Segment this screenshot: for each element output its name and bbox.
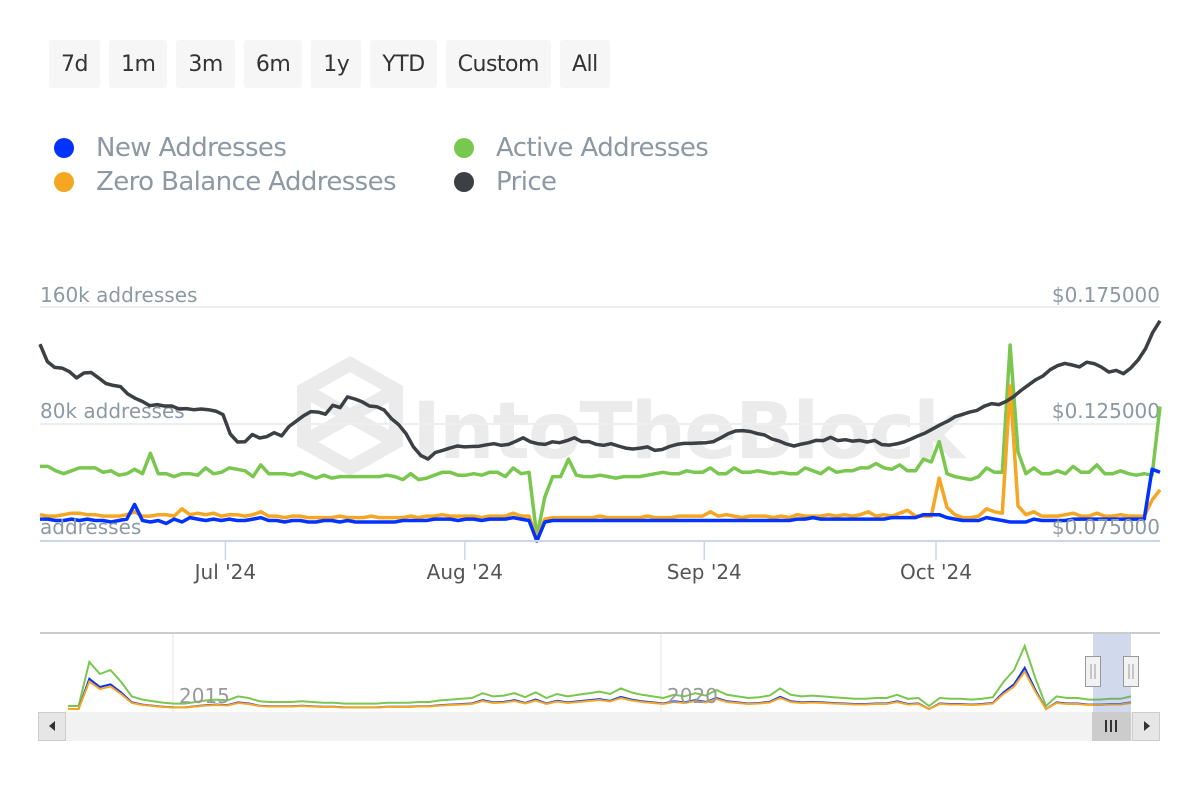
scrollbar-right-button[interactable] xyxy=(1132,712,1160,741)
series-line-new-addresses[interactable] xyxy=(40,467,1161,543)
navigator[interactable]: 2015 2020 xyxy=(40,632,1160,712)
watermark: IntoTheBlock xyxy=(297,355,969,477)
y-left-tick-0: addresses xyxy=(40,515,141,539)
scrollbar-thumb[interactable] xyxy=(1092,712,1131,741)
scrollbar-left-button[interactable] xyxy=(38,712,66,741)
y-left-tick-160k: 160k addresses xyxy=(40,283,197,307)
navigator-label-2015: 2015 xyxy=(179,684,230,708)
scrollbar[interactable] xyxy=(38,712,1160,741)
x-tick-label: Aug '24 xyxy=(427,560,503,584)
scrollbar-track[interactable] xyxy=(38,712,1160,741)
watermark-logo-icon xyxy=(297,355,403,477)
chart-svg: IntoTheBlock 160k addresses 80k addresse… xyxy=(38,283,1162,741)
y-right-tick-175: $0.175000 xyxy=(1052,283,1160,307)
y-right-tick-075: $0.075000 xyxy=(1052,515,1160,539)
x-tick-label: Jul '24 xyxy=(193,560,256,584)
x-axis-ticks: Jul '24 Aug '24 Sep '24 Oct '24 xyxy=(193,541,972,584)
navigator-label-2020: 2020 xyxy=(667,684,718,708)
navigator-handle-right[interactable] xyxy=(1123,656,1139,687)
y-left-tick-80k: 80k addresses xyxy=(40,399,185,423)
x-tick-label: Oct '24 xyxy=(900,560,972,584)
navigator-handle-left[interactable] xyxy=(1085,656,1101,687)
watermark-text: IntoTheBlock xyxy=(412,387,967,477)
x-tick-label: Sep '24 xyxy=(667,560,742,584)
y-right-tick-125: $0.125000 xyxy=(1052,399,1160,423)
